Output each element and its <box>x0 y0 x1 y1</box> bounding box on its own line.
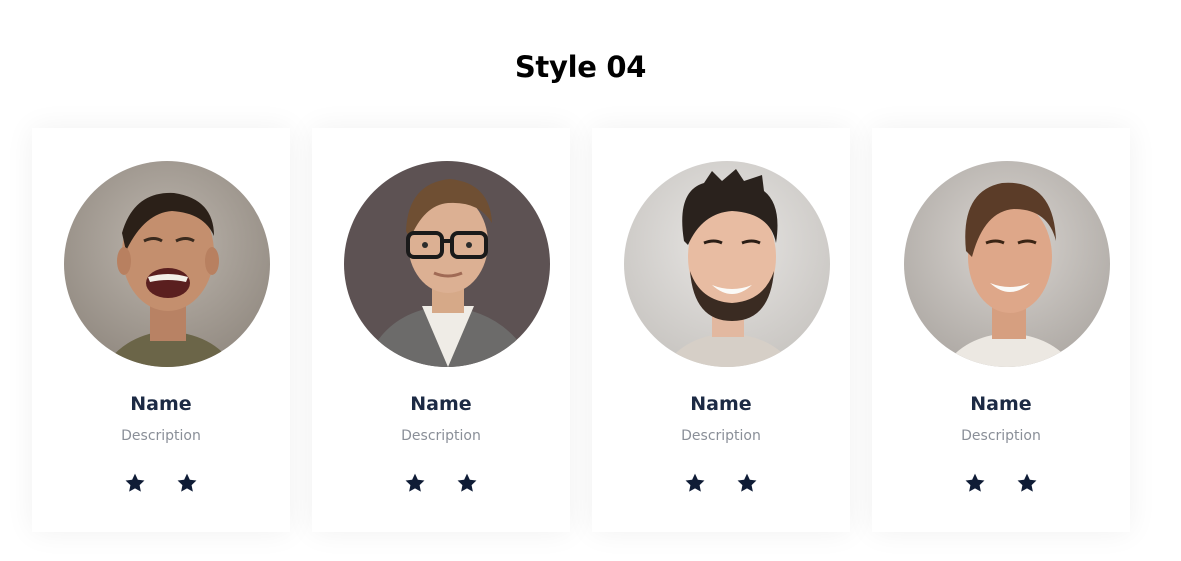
avatar-photo <box>904 161 1110 367</box>
member-name: Name <box>970 393 1032 415</box>
rating-stars <box>872 472 1130 494</box>
avatar-photo <box>64 161 270 367</box>
avatar-photo <box>624 161 830 367</box>
star-icon <box>685 473 705 492</box>
star-icon <box>1017 473 1037 492</box>
rating-stars <box>312 472 570 494</box>
star-icon <box>457 473 477 492</box>
star-icon <box>737 473 757 492</box>
star-icon <box>405 473 425 492</box>
star-icon <box>177 473 197 492</box>
member-name: Name <box>130 393 192 415</box>
team-card: Name Description <box>872 128 1130 532</box>
member-name: Name <box>690 393 752 415</box>
team-card: Name Description <box>592 128 850 532</box>
star-icon <box>125 473 145 492</box>
team-card: Name Description <box>32 128 290 532</box>
member-name: Name <box>410 393 472 415</box>
team-cards: Name Description Name Description Name D… <box>32 128 1130 532</box>
member-description: Description <box>961 428 1041 444</box>
star-icon <box>965 473 985 492</box>
team-card: Name Description <box>312 128 570 532</box>
member-description: Description <box>401 428 481 444</box>
avatar-photo <box>344 161 550 367</box>
member-description: Description <box>121 428 201 444</box>
section-title: Style 04 <box>514 50 647 84</box>
member-description: Description <box>681 428 761 444</box>
rating-stars <box>32 472 290 494</box>
rating-stars <box>592 472 850 494</box>
